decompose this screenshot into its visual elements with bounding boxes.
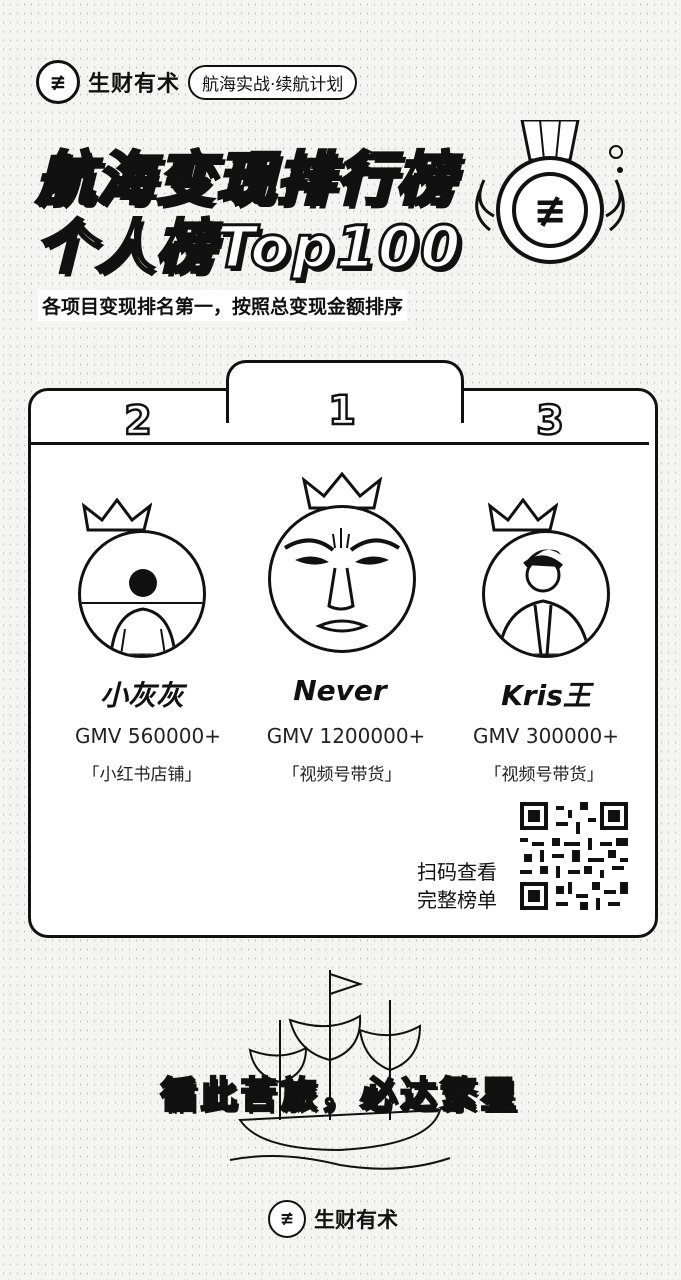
qr-caption-line: 完整榜单 — [417, 888, 497, 912]
rank-label: 3 — [535, 397, 565, 446]
qr-caption: 扫码查看 完整榜单 — [417, 858, 497, 914]
person-photo-icon — [497, 549, 591, 655]
person-photo-icon — [81, 569, 203, 655]
crown-icon — [488, 498, 558, 532]
footer-logo-icon: ≢ — [268, 1200, 306, 1238]
avatar-rank-3 — [482, 530, 610, 658]
qr-code-icon[interactable] — [520, 802, 628, 910]
leader-name: 小灰灰 — [99, 679, 184, 712]
avatar-rank-1 — [268, 505, 416, 653]
leader-category: 「视频号带货」 — [282, 765, 402, 785]
leader-gmv: GMV 300000+ — [473, 724, 619, 748]
brand-row: ≢ 生财有术 航海实战·续航计划 — [36, 60, 358, 104]
leader-category: 「小红书店铺」 — [82, 765, 202, 785]
avatar-rank-2 — [78, 530, 206, 658]
rank-label: 1 — [327, 387, 357, 436]
page-subtitle-title: 个人榜Top100 — [35, 212, 463, 283]
crown-icon — [82, 498, 152, 532]
footer-brand-name: 生财有术 — [314, 1208, 398, 1232]
leader-category: 「视频号带货」 — [484, 765, 604, 785]
qr-caption-line: 扫码查看 — [417, 860, 497, 884]
ranking-note: 各项目变现排名第一，按照总变现金额排序 — [38, 290, 408, 321]
brand-name: 生财有术 — [88, 72, 181, 97]
medal-icon: ≢ — [475, 120, 625, 264]
leader-gmv: GMV 1200000+ — [266, 724, 426, 748]
leader-name: Kris王 — [501, 679, 591, 712]
plan-badge: 航海实战·续航计划 — [188, 64, 358, 100]
svg-text:≢: ≢ — [533, 188, 567, 234]
rank-label: 2 — [123, 397, 153, 446]
slogan: 循此苦旅，必达繁星 — [159, 1074, 521, 1118]
brand-logo-icon: ≢ — [36, 60, 80, 104]
leader-gmv: GMV 560000+ — [75, 724, 221, 748]
cartoon-face-icon — [283, 528, 401, 633]
leader-name: Never — [293, 674, 387, 707]
footer-brand: ≢ 生财有术 — [268, 1200, 398, 1238]
